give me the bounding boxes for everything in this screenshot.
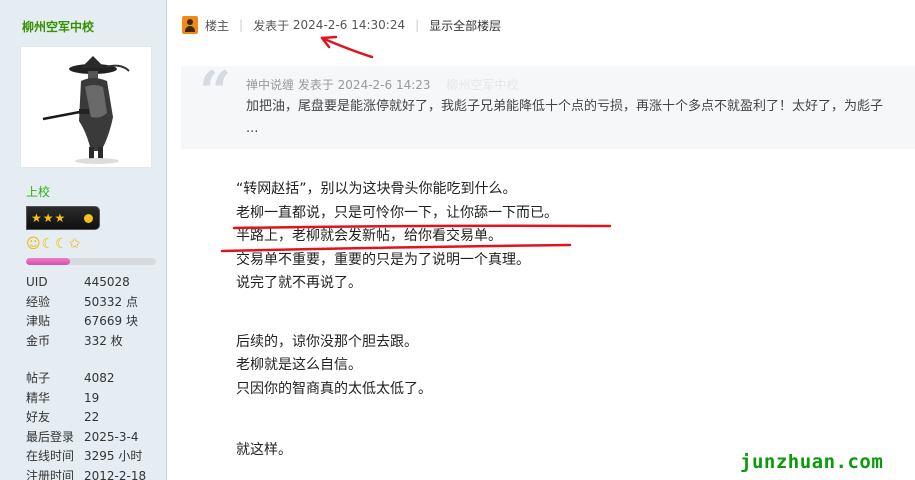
- stat-value: 2012-2-18: [84, 468, 147, 480]
- stat-label: 最后登录: [26, 429, 75, 444]
- stat-label: 注册时间: [26, 468, 75, 480]
- rank-badge: ★★★: [26, 206, 100, 230]
- show-all-floors-link[interactable]: 显示全部楼层: [429, 17, 501, 34]
- faded-text: 柳州空军中校: [446, 78, 519, 92]
- quote-header: 禅中说缠 发表于 2024-2-6 14:23 柳州空军中校: [246, 76, 518, 93]
- red-arrow-line: [320, 36, 374, 59]
- stat-label: UID: [26, 275, 48, 289]
- stat-value: 332 枚: [84, 333, 123, 348]
- message-line: 老柳就是这么自信。: [236, 357, 362, 373]
- quote-author[interactable]: 禅中说缠: [246, 78, 294, 92]
- level-progress-bar: [26, 258, 156, 265]
- stat-label: 在线时间: [26, 449, 75, 463]
- stat-label: 金币: [26, 333, 51, 348]
- divider: |: [239, 18, 244, 32]
- stat-label: 经验: [26, 294, 51, 309]
- message-line: 只因你的智商真的太低太低了。: [236, 380, 432, 397]
- divider: |: [415, 18, 420, 32]
- stat-label: 津贴: [26, 314, 51, 328]
- samurai-avatar-image: [42, 56, 130, 164]
- avatar[interactable]: [20, 46, 152, 168]
- message-line: 说完了就不再说了。: [236, 275, 362, 291]
- level-progress-fill: [26, 258, 71, 265]
- post-message: “转网赵括”，别以为这块骨头你能吃到什么。 老柳一直都说，只是可怜你一下，让你舔…: [236, 178, 558, 463]
- stat-value: 3295 小时: [84, 449, 143, 463]
- quote-posted: 发表于 2024-2-6 14:23: [297, 78, 431, 92]
- post-info-bar: 楼主 | 发表于 2024-2-6 14:30:24 | 显示全部楼层: [182, 11, 501, 39]
- stat-label: 精华: [26, 390, 51, 405]
- quote-mark-icon: “: [199, 59, 232, 125]
- message-line: 就这样。: [236, 442, 292, 458]
- quote-text: 加把油，尾盘要是能涨停就好了，我彪子兄弟能降低十个点的亏损，再涨十个多点不就盈利…: [246, 99, 884, 136]
- stat-value[interactable]: 4082: [84, 369, 115, 389]
- thread-starter-icon: [182, 16, 198, 34]
- stat-value: 2025-3-4: [84, 429, 139, 444]
- stat-label: 帖子: [26, 371, 51, 385]
- stat-value: 67669 块: [84, 314, 138, 328]
- user-rank-title: 上校: [26, 185, 51, 199]
- author-sidebar: 柳州空军中校 上校 ★★★ ☺☾☾✩ UID 445028 经验 50332 点…: [0, 0, 167, 480]
- stat-value[interactable]: 22: [84, 408, 99, 428]
- posted-time: 2024-2-6 14:30:24: [292, 18, 406, 32]
- rank-stars: ★★★: [31, 211, 67, 225]
- stat-value[interactable]: 19: [84, 389, 99, 409]
- medal-icons[interactable]: ☺☾☾✩: [26, 236, 81, 252]
- posted-label: 发表于: [253, 18, 290, 33]
- message-line: 后续的，谅你没那个胆去跟。: [236, 333, 418, 350]
- rank-dot-icon: [84, 214, 93, 223]
- stat-value: 445028: [84, 275, 130, 289]
- author-username[interactable]: 柳州空军中校: [22, 18, 94, 35]
- site-watermark: junzhuan.com: [740, 451, 884, 473]
- stat-value: 50332 点: [84, 294, 138, 309]
- stat-label: 好友: [26, 410, 51, 424]
- message-line: 交易单不重要，重要的只是为了说明一个真理。: [236, 251, 530, 268]
- quote-block: “ 禅中说缠 发表于 2024-2-6 14:23 柳州空军中校 加把油，尾盘要…: [181, 62, 915, 149]
- message-line: “转网赵括”，别以为这块骨头你能吃到什么。: [236, 181, 517, 197]
- message-line: 半路上，老柳就会发新帖，给你看交易单。: [236, 228, 502, 244]
- thread-starter-label: 楼主: [205, 18, 230, 33]
- message-line: 老柳一直都说，只是可怜你一下，让你舔一下而已。: [236, 204, 558, 221]
